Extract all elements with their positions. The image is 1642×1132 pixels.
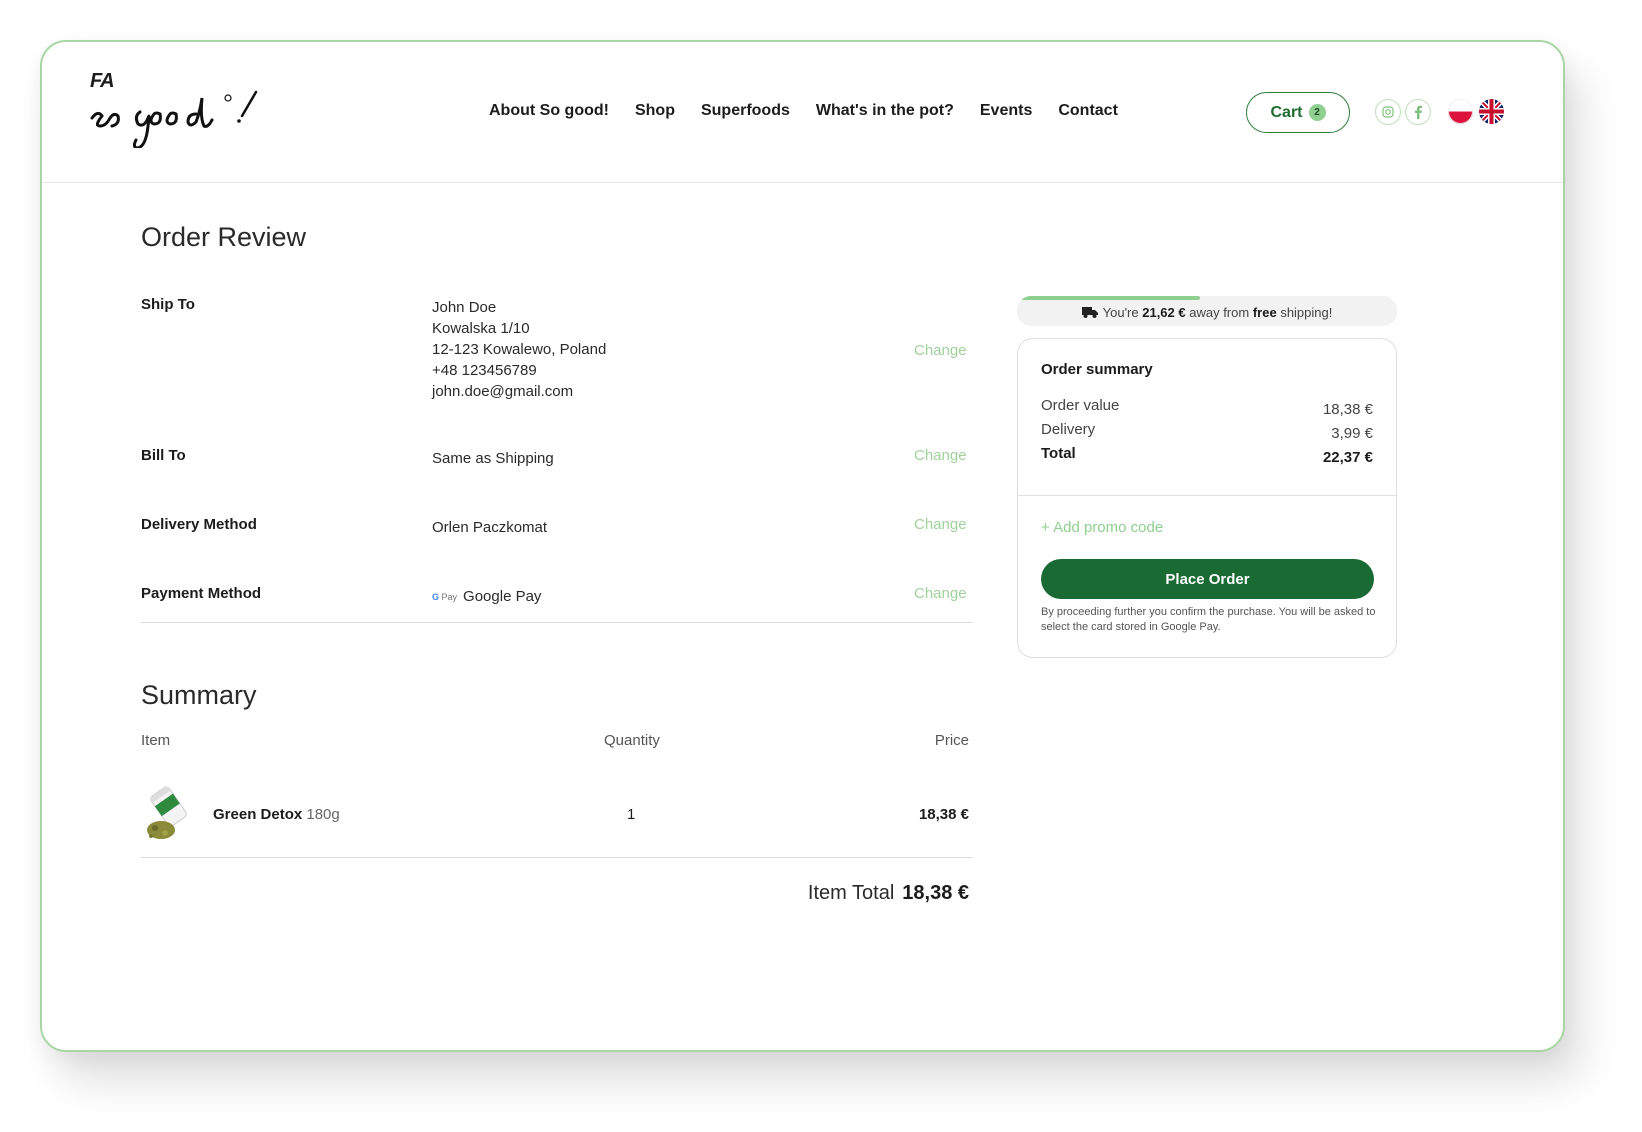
order-summary-title: Order summary [1041,361,1153,378]
delivery-row: Delivery 3,99 € [1041,421,1373,442]
order-value-amount: 18,38 € [1322,401,1373,418]
nav-whats-in-the-pot[interactable]: What's in the pot? [816,102,954,120]
ship-to-email: john.doe@gmail.com [432,383,574,400]
col-item-header: Item [141,732,171,749]
bill-to-value: Same as Shipping [432,450,554,467]
cart-button[interactable]: Cart 2 [1246,92,1350,133]
instagram-icon[interactable] [1375,99,1401,125]
free-shipping-progress [1021,296,1200,300]
nav-events[interactable]: Events [980,102,1032,120]
change-delivery-link[interactable]: Change [914,516,967,533]
logo-script-icon [90,90,258,148]
col-quantity-header: Quantity [604,732,660,749]
delivery-amount: 3,99 € [1331,425,1373,442]
place-order-button[interactable]: Place Order [1041,559,1374,599]
order-review-title: Order Review [141,222,307,252]
payment-method-text: Google Pay [463,588,542,605]
uk-flag-icon[interactable] [1479,99,1504,124]
section-divider [141,622,973,623]
ship-to-label: Ship To [141,296,195,313]
nav-shop[interactable]: Shop [635,102,675,120]
ship-to-name: John Doe [432,299,497,316]
total-row: Total 22,37 € [1041,445,1373,466]
truck-icon [1081,307,1098,318]
item-total: Item Total 18,38 € [808,882,969,905]
col-price-header: Price [934,732,969,749]
summary-title: Summary [141,680,257,710]
payment-method-label: Payment Method [141,585,262,602]
product-price: 18,38 € [918,806,969,823]
order-summary-card: Order summary Order value 18,38 € Delive… [1017,338,1397,658]
purchase-disclaimer: By proceeding further you confirm the pu… [1041,606,1376,633]
ship-to-address: John Doe Kowalska 1/10 12-123 Kowalewo, … [432,297,606,402]
ship-to-phone: +48 123456789 [432,362,537,379]
table-divider [141,857,973,858]
main-nav: About So good! Shop Superfoods What's in… [489,102,1144,120]
polish-flag-icon[interactable] [1448,99,1473,124]
product-size: 180g [306,806,340,823]
nav-about[interactable]: About So good! [489,102,609,120]
item-total-label: Item Total [807,882,895,904]
total-label: Total [1041,445,1076,462]
total-amount: 22,37 € [1322,449,1373,466]
cart-label: Cart [1270,103,1303,121]
change-payment-link[interactable]: Change [914,585,967,602]
payment-method-value: G Pay Google Pay [432,586,541,608]
delivery-method-value: Orlen Paczkomat [432,519,548,536]
cart-count-badge: 2 [1308,104,1326,121]
item-total-value: 18,38 € [902,882,969,904]
summary-separator [1018,495,1396,496]
order-value-row: Order value 18,38 € [1041,397,1373,418]
site-header: FA About So good! Shop Superfoods What's… [42,42,1563,183]
delivery-label: Delivery [1041,421,1096,438]
change-ship-to-link[interactable]: Change [914,342,967,359]
free-shipping-text: You're 21,62 € away from free shipping! [1017,305,1397,320]
change-bill-to-link[interactable]: Change [914,447,967,464]
product-image [141,784,203,846]
brand-logo[interactable]: FA [88,70,268,148]
nav-superfoods[interactable]: Superfoods [701,102,790,120]
product-name[interactable]: Green Detox 180g [213,806,340,823]
free-shipping-banner: You're 21,62 € away from free shipping! [1017,296,1397,326]
delivery-method-label: Delivery Method [141,516,257,533]
bill-to-label: Bill To [141,447,186,464]
app-window: FA About So good! Shop Superfoods What's… [40,40,1565,1052]
ship-to-city: 12-123 Kowalewo, Poland [432,341,607,358]
order-value-label: Order value [1041,397,1120,414]
nav-contact[interactable]: Contact [1058,102,1118,120]
facebook-icon[interactable] [1405,99,1431,125]
product-quantity: 1 [627,806,636,823]
add-promo-code-link[interactable]: + Add promo code [1041,519,1163,536]
ship-to-street: Kowalska 1/10 [432,320,530,337]
google-pay-icon: G Pay [432,591,458,602]
